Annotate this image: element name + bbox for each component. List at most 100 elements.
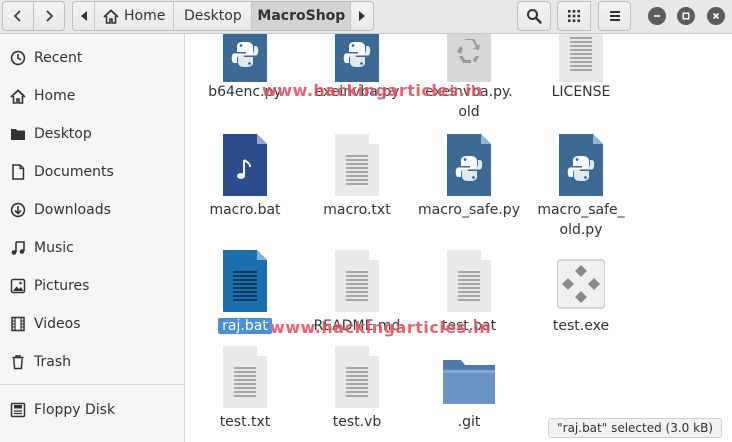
file-item-test-bat[interactable]: test.bat: [413, 250, 525, 336]
file-grid: b64enc.py exeinvba.py exeinvba.py. old L…: [186, 34, 732, 442]
file-item-macro-safe-py[interactable]: macro_safe.py: [413, 134, 525, 220]
file-label: macro_safe_ old.py: [537, 202, 625, 238]
path-segment-label: Home: [124, 8, 166, 24]
text-file-icon: [557, 34, 605, 84]
file-item-macro-bat[interactable]: macro.bat: [189, 134, 301, 220]
sidebar-item-music[interactable]: Music: [0, 229, 184, 267]
text-file-icon: [333, 250, 381, 314]
text-file-icon: [333, 134, 381, 198]
file-label: macro.bat: [209, 202, 281, 218]
file-item-macro-safe-old-py[interactable]: macro_safe_ old.py: [525, 134, 637, 240]
forward-button[interactable]: [33, 1, 65, 31]
path-segment-label: Desktop: [183, 8, 242, 24]
file-label: README.md: [313, 318, 401, 334]
sidebar-item-trash[interactable]: Trash: [0, 343, 184, 381]
download-icon: [9, 202, 26, 219]
search-button[interactable]: [517, 1, 551, 31]
sidebar-item-label: Recent: [34, 50, 83, 66]
sidebar-item-label: Videos: [34, 316, 81, 332]
folder-icon: [441, 354, 497, 406]
file-item-exeinvba-py[interactable]: exeinvba.py: [301, 34, 413, 106]
file-item-license[interactable]: LICENSE: [525, 34, 637, 106]
file-item-b64enc-py[interactable]: b64enc.py: [189, 34, 301, 106]
file-label: raj.bat: [189, 316, 301, 336]
file-item-raj-bat[interactable]: raj.bat: [189, 250, 301, 336]
minimize-button[interactable]: [648, 7, 666, 25]
floppy-icon: [9, 402, 26, 419]
audio-file-icon: [221, 134, 269, 198]
sidebar-item-label: Music: [34, 240, 74, 256]
trash-icon: [9, 354, 26, 371]
film-icon: [9, 316, 26, 333]
file-label: LICENSE: [551, 84, 611, 100]
file-item-exeinvba-py-old[interactable]: exeinvba.py. old: [413, 34, 525, 126]
file-item-test-txt[interactable]: test.txt: [189, 346, 301, 432]
path-segment-macroshop[interactable]: MacroShop: [252, 2, 352, 30]
music-note-icon: [9, 240, 26, 257]
file-item-test-exe[interactable]: test.exe: [525, 250, 637, 336]
sidebar-item-floppy-disk[interactable]: Floppy Disk: [0, 391, 184, 429]
sidebar-separator: [0, 384, 184, 385]
path-segment-label: MacroShop: [257, 8, 346, 24]
maximize-button[interactable]: [677, 7, 695, 25]
path-bar: Home Desktop MacroShop: [72, 1, 375, 31]
picture-icon: [9, 278, 26, 295]
home-icon: [103, 8, 119, 24]
back-button[interactable]: [2, 1, 34, 31]
sidebar-item-label: Floppy Disk: [34, 402, 116, 418]
text-file-icon: [445, 250, 493, 314]
file-label-text: raj.bat: [218, 318, 272, 334]
path-scroll-right-button[interactable]: [351, 2, 373, 30]
sidebar-item-videos[interactable]: Videos: [0, 305, 184, 343]
close-button[interactable]: [707, 7, 725, 25]
file-label: exeinvba.py. old: [425, 84, 513, 120]
python-file-icon: [557, 134, 605, 198]
path-segment-desktop[interactable]: Desktop: [174, 2, 253, 30]
file-label: exeinvba.py: [314, 84, 400, 100]
maximize-icon: [682, 12, 690, 20]
text-file-icon: [333, 346, 381, 410]
triangle-right-icon: [359, 11, 366, 21]
menu-button[interactable]: [598, 1, 631, 31]
triangle-left-icon: [80, 11, 87, 21]
folder-icon: [9, 126, 26, 143]
file-item-git[interactable]: .git: [413, 346, 525, 432]
sidebar-item-label: Desktop: [34, 126, 92, 142]
file-label: macro_safe.py: [418, 202, 520, 218]
sidebar-item-label: Home: [34, 88, 76, 104]
file-item-macro-txt[interactable]: macro.txt: [301, 134, 413, 220]
sidebar: Recent Home Desktop Documents Downloads …: [0, 34, 185, 442]
file-label: b64enc.py: [208, 84, 282, 100]
sidebar-item-home[interactable]: Home: [0, 77, 184, 115]
executable-file-icon: [556, 258, 606, 310]
view-toggle-button[interactable]: [557, 1, 591, 31]
file-label: test.exe: [552, 318, 610, 334]
grid-icon: [568, 10, 580, 22]
file-item-test-vb[interactable]: test.vb: [301, 346, 413, 432]
recycle-file-icon: [445, 34, 493, 84]
file-label: test.txt: [219, 414, 271, 430]
file-label: test.vb: [332, 414, 382, 430]
file-label: test.bat: [441, 318, 497, 334]
sidebar-item-label: Trash: [34, 354, 71, 370]
path-scroll-left-button[interactable]: [73, 2, 95, 30]
header-bar: Home Desktop MacroShop: [0, 0, 732, 34]
document-file-icon: [221, 250, 269, 314]
sidebar-item-pictures[interactable]: Pictures: [0, 267, 184, 305]
hamburger-menu-icon: [609, 11, 620, 21]
file-item-readme-md[interactable]: README.md: [301, 250, 413, 336]
python-file-icon: [445, 134, 493, 198]
sidebar-item-label: Documents: [34, 164, 114, 180]
file-label: macro.txt: [323, 202, 391, 218]
search-icon: [527, 9, 542, 24]
sidebar-item-documents[interactable]: Documents: [0, 153, 184, 191]
sidebar-item-recent[interactable]: Recent: [0, 39, 184, 77]
chevron-left-icon: [13, 10, 21, 22]
sidebar-item-label: Pictures: [34, 278, 90, 294]
path-segment-home[interactable]: Home: [95, 2, 175, 30]
text-file-icon: [221, 346, 269, 410]
sidebar-item-downloads[interactable]: Downloads: [0, 191, 184, 229]
sidebar-item-desktop[interactable]: Desktop: [0, 115, 184, 153]
minimize-icon: [654, 15, 660, 17]
python-file-icon: [221, 34, 269, 84]
